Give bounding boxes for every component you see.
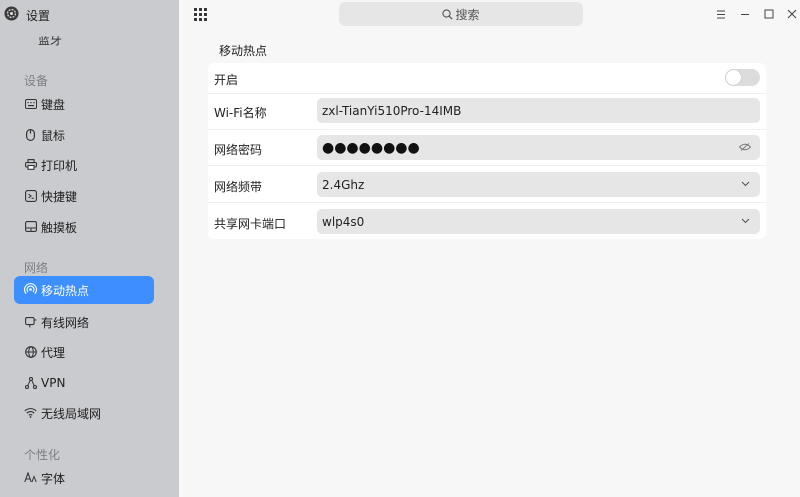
sidebar-item-label: 字体 bbox=[41, 471, 66, 486]
section-title-devices: 设备 bbox=[24, 74, 49, 88]
band-label: 网络频带 bbox=[214, 180, 263, 194]
minimize-icon bbox=[741, 14, 749, 15]
hotspot-icon bbox=[24, 283, 37, 296]
sidebar-item-touchpad[interactable]: 触摸板 bbox=[14, 213, 154, 241]
sidebar-item-label: 移动热点 bbox=[41, 283, 90, 298]
sidebar-item-mouse[interactable]: 鼠标 bbox=[14, 121, 154, 149]
settings-gear-icon bbox=[4, 6, 19, 21]
keyboard-icon bbox=[24, 97, 37, 110]
sidebar-item-vpn[interactable]: VPN bbox=[14, 369, 154, 397]
printer-icon bbox=[24, 158, 37, 171]
sidebar-item-label: 键盘 bbox=[41, 97, 66, 112]
vpn-icon bbox=[24, 376, 37, 389]
eye-hidden-icon bbox=[739, 143, 751, 151]
chevron-down-icon bbox=[739, 215, 751, 227]
hotspot-toggle[interactable] bbox=[725, 69, 760, 86]
password-field[interactable]: ●●●●●●●● bbox=[317, 135, 760, 160]
wifi-icon bbox=[24, 406, 37, 419]
interface-row: 共享网卡端口 wlp4s0 bbox=[208, 203, 766, 239]
ssid-row: Wi-Fi名称 zxl-TianYi510Pro-14IMB bbox=[208, 94, 766, 129]
interface-value: wlp4s0 bbox=[322, 214, 365, 229]
sidebar-item-label: 无线局域网 bbox=[41, 406, 102, 421]
sidebar: 设置 蓝牙 设备 键盘 鼠标 打印机 快捷键 触摸板 网络 移动热点 有线网络 … bbox=[0, 0, 179, 497]
sidebar-item-label: 有线网络 bbox=[41, 315, 90, 330]
ssid-value: zxl-TianYi510Pro-14IMB bbox=[322, 103, 462, 118]
menu-button[interactable] bbox=[713, 6, 729, 22]
interface-label: 共享网卡端口 bbox=[214, 217, 287, 231]
password-label: 网络密码 bbox=[214, 143, 263, 157]
sidebar-item-shortcuts[interactable]: 快捷键 bbox=[14, 182, 154, 210]
titlebar: 搜索 bbox=[179, 0, 800, 30]
sidebar-item-wired-network[interactable]: 有线网络 bbox=[14, 308, 154, 336]
sidebar-item-label: 代理 bbox=[41, 345, 66, 360]
band-select[interactable]: 2.4Ghz bbox=[317, 172, 760, 197]
show-password-button[interactable] bbox=[739, 141, 751, 153]
ssid-label: Wi-Fi名称 bbox=[214, 106, 267, 120]
shortcut-icon bbox=[24, 189, 37, 202]
section-title-network: 网络 bbox=[24, 261, 49, 275]
enable-row: 开启 bbox=[208, 63, 766, 93]
sidebar-item-label: VPN bbox=[41, 376, 66, 390]
sidebar-item-printer[interactable]: 打印机 bbox=[14, 151, 154, 179]
maximize-button[interactable] bbox=[761, 6, 777, 22]
wired-network-icon bbox=[24, 315, 37, 328]
minimize-button[interactable] bbox=[737, 6, 753, 22]
close-button[interactable] bbox=[784, 6, 800, 22]
font-icon bbox=[24, 471, 37, 484]
app-header: 设置 bbox=[0, 0, 179, 30]
app-grid-icon[interactable] bbox=[194, 8, 207, 21]
sidebar-item-label: 鼠标 bbox=[41, 128, 66, 143]
close-icon bbox=[787, 9, 797, 19]
hotspot-settings-card: 开启 Wi-Fi名称 zxl-TianYi510Pro-14IMB 网络密码 ●… bbox=[208, 63, 766, 239]
band-row: 网络频带 2.4Ghz bbox=[208, 166, 766, 202]
sidebar-item-label: 触摸板 bbox=[41, 220, 78, 235]
toggle-knob bbox=[726, 70, 741, 85]
section-title-personalization: 个性化 bbox=[24, 448, 61, 462]
sidebar-item-proxy[interactable]: 代理 bbox=[14, 338, 154, 366]
password-row: 网络密码 ●●●●●●●● bbox=[208, 130, 766, 165]
sidebar-item-clipped[interactable]: 蓝牙 bbox=[38, 36, 62, 46]
sidebar-item-hotspot[interactable]: 移动热点 bbox=[14, 276, 154, 304]
sidebar-item-wireless-lan[interactable]: 无线局域网 bbox=[14, 399, 154, 427]
sidebar-item-label: 打印机 bbox=[41, 158, 78, 173]
sidebar-item-label: 快捷键 bbox=[41, 189, 78, 204]
hamburger-menu-icon bbox=[717, 10, 725, 18]
sidebar-item-font[interactable]: 字体 bbox=[14, 464, 154, 492]
interface-select[interactable]: wlp4s0 bbox=[317, 209, 760, 234]
proxy-icon bbox=[24, 345, 37, 358]
app-title: 设置 bbox=[26, 9, 51, 23]
search-label: 搜索 bbox=[455, 7, 480, 22]
band-value: 2.4Ghz bbox=[322, 177, 365, 192]
chevron-down-icon bbox=[739, 178, 751, 190]
search-input[interactable]: 搜索 bbox=[339, 2, 583, 26]
ssid-field[interactable]: zxl-TianYi510Pro-14IMB bbox=[317, 98, 760, 123]
password-value: ●●●●●●●● bbox=[322, 139, 420, 156]
page-title: 移动热点 bbox=[219, 44, 268, 58]
maximize-icon bbox=[764, 9, 774, 19]
sidebar-item-keyboard[interactable]: 键盘 bbox=[14, 90, 154, 118]
search-icon bbox=[442, 8, 454, 20]
touchpad-icon bbox=[24, 220, 37, 233]
mouse-icon bbox=[24, 128, 37, 141]
enable-label: 开启 bbox=[214, 73, 239, 87]
